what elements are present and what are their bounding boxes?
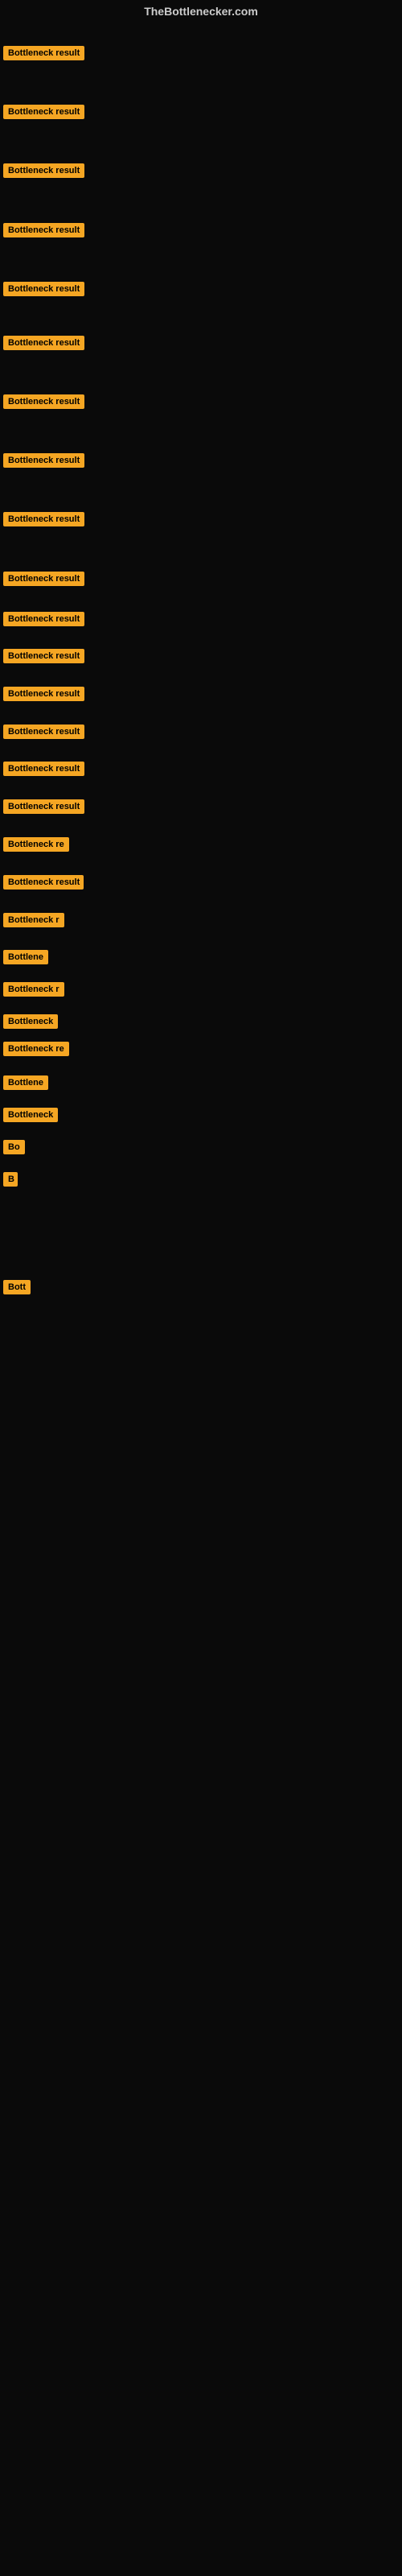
site-title: TheBottlenecker.com <box>0 5 402 18</box>
bottleneck-result-label: Bottleneck result <box>3 223 84 237</box>
bottleneck-result-label: Bottleneck r <box>3 913 64 927</box>
bottleneck-result-label: Bottleneck result <box>3 687 84 701</box>
bottleneck-result-label: Bottleneck result <box>3 875 84 890</box>
bottleneck-result-label: Bottleneck result <box>3 612 84 626</box>
bottleneck-result-label: Bottleneck result <box>3 649 84 663</box>
bottleneck-result-label: Bottleneck result <box>3 163 84 178</box>
bottleneck-result-label: Bottleneck r <box>3 982 64 997</box>
bottleneck-result-label: Bottleneck result <box>3 799 84 814</box>
bottleneck-result-label: Bott <box>3 1280 31 1294</box>
bottleneck-result-label: Bottleneck result <box>3 336 84 350</box>
bottleneck-result-label: B <box>3 1172 18 1187</box>
bottleneck-result-label: Bottleneck result <box>3 46 84 60</box>
bottleneck-result-label: Bottleneck result <box>3 394 84 409</box>
bottleneck-result-label: Bottleneck result <box>3 453 84 468</box>
bottleneck-result-label: Bottleneck result <box>3 282 84 296</box>
bottleneck-result-label: Bottleneck re <box>3 1042 69 1056</box>
bottleneck-result-label: Bottleneck result <box>3 762 84 776</box>
bottleneck-result-label: Bottleneck result <box>3 724 84 739</box>
bottleneck-result-label: Bottlene <box>3 1075 48 1090</box>
bottleneck-result-label: Bottleneck result <box>3 572 84 586</box>
bottleneck-result-label: Bottleneck <box>3 1108 58 1122</box>
bottleneck-result-label: Bottleneck re <box>3 837 69 852</box>
bottleneck-result-label: Bottleneck <box>3 1014 58 1029</box>
bottleneck-result-label: Bo <box>3 1140 25 1154</box>
bottleneck-result-label: Bottleneck result <box>3 512 84 526</box>
bottleneck-result-label: Bottleneck result <box>3 105 84 119</box>
bottleneck-result-label: Bottlene <box>3 950 48 964</box>
